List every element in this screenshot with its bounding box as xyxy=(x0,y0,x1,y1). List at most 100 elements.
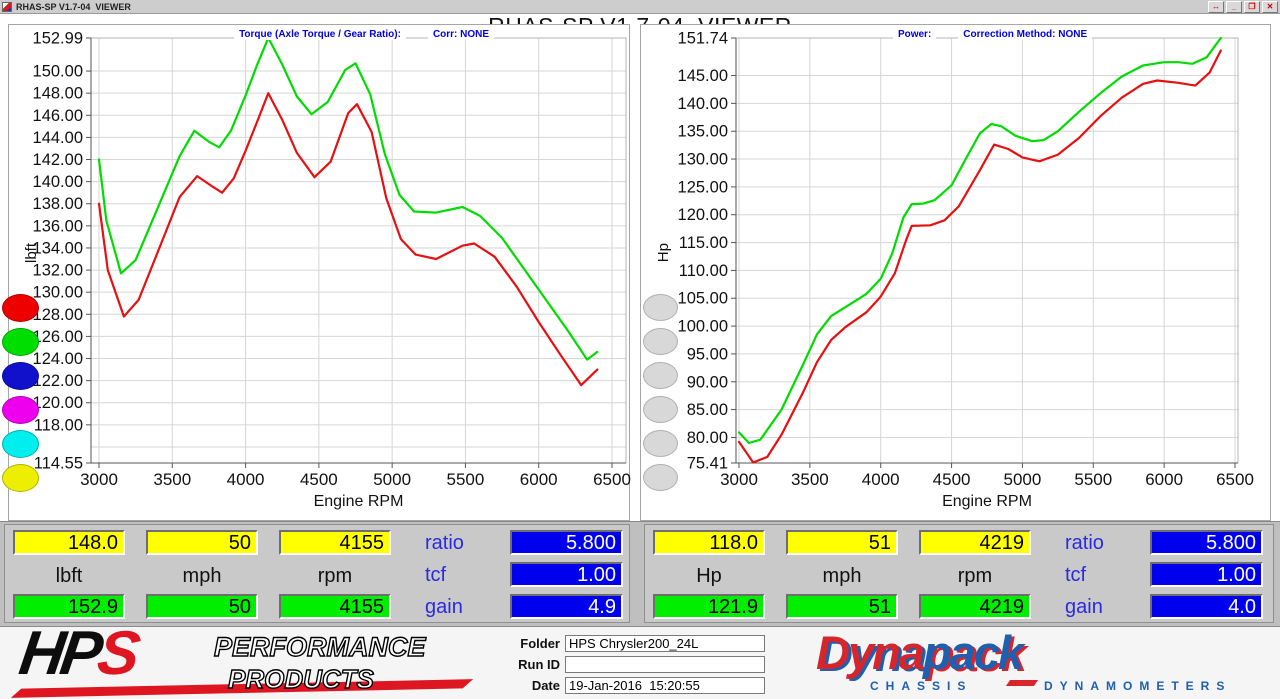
x-tick-label: 3500 xyxy=(153,470,191,489)
curve-select-button-power-5[interactable] xyxy=(643,430,678,457)
app-icon xyxy=(2,1,12,12)
dynapack-chassis-text: CHASSIS xyxy=(870,679,973,693)
y-tick-label: 145.00 xyxy=(678,67,728,85)
y-tick-label: 130.00 xyxy=(33,284,83,302)
power-peak-rpm: 4219 xyxy=(919,594,1031,619)
plot-border xyxy=(735,37,1239,464)
power-unit-label: Hp xyxy=(696,565,722,587)
y-tick-label: 122.00 xyxy=(33,372,83,390)
y-tick-label: 114.55 xyxy=(34,455,83,473)
dynapack-logo: Dynapack CHASSIS DYNAMOMETERS xyxy=(812,627,1272,699)
curve-select-button-power-2[interactable] xyxy=(643,328,678,355)
close-button[interactable]: ✕ xyxy=(1262,0,1278,13)
date-row: Date xyxy=(498,677,765,694)
power-readout-panel: 118.0 51 4219 ratio 5.800 Hp mph rpm tcf… xyxy=(644,524,1274,623)
date-field[interactable] xyxy=(565,677,765,694)
y-tick-label: 120.00 xyxy=(678,206,728,224)
x-tick-label: 6000 xyxy=(520,470,558,489)
window-titlebar: RHAS-SP V1.7-04 VIEWER ↔ _ ❐ ✕ xyxy=(0,0,1280,14)
rpm-unit-label: rpm xyxy=(957,565,993,587)
plot-border xyxy=(90,37,627,464)
x-tick-label: 6500 xyxy=(1216,470,1254,489)
power-y-axis-title: Hp xyxy=(655,243,672,263)
y-tick-label: 134.00 xyxy=(33,239,83,257)
y-tick-label: 80.00 xyxy=(687,429,728,447)
power-cursor-mph: 51 xyxy=(786,530,898,555)
torque-cursor-rpm: 4155 xyxy=(279,530,391,555)
corrected-torque-curve xyxy=(97,36,599,361)
torque-y-axis-title: lbft xyxy=(23,243,40,264)
gain-value: 4.9 xyxy=(510,594,623,619)
curve-select-button-power-4[interactable] xyxy=(643,396,678,423)
curve-select-button-power-1[interactable] xyxy=(643,294,678,321)
window-title: RHAS-SP V1.7-04 VIEWER xyxy=(16,1,131,12)
x-tick-label: 6000 xyxy=(1145,470,1183,489)
y-tick-label: 95.00 xyxy=(687,345,728,363)
torque-cursor-mph: 50 xyxy=(146,530,258,555)
power-cursor-value: 118.0 xyxy=(653,530,765,555)
curve-select-button-power-3[interactable] xyxy=(643,362,678,389)
gain-value: 4.0 xyxy=(1150,594,1263,619)
torque-peak-rpm: 4155 xyxy=(279,594,391,619)
curve-select-button-torque-6[interactable] xyxy=(2,464,39,492)
y-tick-label: 132.00 xyxy=(33,262,83,280)
x-tick-label: 6500 xyxy=(593,470,631,489)
power-caption-label: Power: xyxy=(892,29,937,40)
power-caption: Power: Correction Method: NONE xyxy=(736,18,1238,51)
torque-chart-panel: Torque (Axle Torque / Gear Ratio): Corr: … xyxy=(2,24,631,521)
torque-peak-mph: 50 xyxy=(146,594,258,619)
x-tick-label: 4500 xyxy=(300,470,338,489)
x-tick-label: 5000 xyxy=(373,470,411,489)
y-tick-label: 124.00 xyxy=(33,350,83,368)
minimize-button[interactable]: _ xyxy=(1226,0,1242,13)
curve-select-button-power-6[interactable] xyxy=(643,464,678,491)
move-window-button[interactable]: ↔ xyxy=(1208,0,1224,13)
power-peak-value: 121.9 xyxy=(653,594,765,619)
torque-peak-value: 152.9 xyxy=(13,594,125,619)
measured-power-curve xyxy=(737,49,1222,464)
x-tick-label: 5000 xyxy=(1004,470,1042,489)
dynapack-slash xyxy=(1005,680,1039,686)
readout-strip: 148.0 50 4155 ratio 5.800 lbft mph rpm t… xyxy=(0,521,1280,626)
x-tick-label: 5500 xyxy=(447,470,485,489)
tcf-value: 1.00 xyxy=(1150,562,1263,587)
y-tick-label: 120.00 xyxy=(33,394,83,412)
restore-button[interactable]: ❐ xyxy=(1244,0,1260,13)
torque-correction-label: Corr: NONE xyxy=(427,29,495,40)
power-cursor-rpm: 4219 xyxy=(919,530,1031,555)
date-label: Date xyxy=(531,678,560,693)
y-tick-label: 150.00 xyxy=(33,63,83,81)
folder-row: Folder xyxy=(498,635,765,652)
curve-select-button-torque-5[interactable] xyxy=(2,430,39,458)
y-tick-label: 130.00 xyxy=(678,151,728,169)
hps-products-text: PRODUCTS xyxy=(227,663,374,694)
tcf-label: tcf xyxy=(425,564,447,586)
y-tick-label: 118.00 xyxy=(34,416,83,434)
ratio-label: ratio xyxy=(1065,532,1104,554)
x-axis-title: Engine RPM xyxy=(314,493,404,510)
y-tick-label: 142.00 xyxy=(33,151,83,169)
y-tick-label: 148.00 xyxy=(33,85,83,103)
curve-select-button-torque-1[interactable] xyxy=(2,294,39,322)
folder-field[interactable] xyxy=(565,635,765,652)
folder-label: Folder xyxy=(520,636,560,651)
power-correction-label: Correction Method: NONE xyxy=(958,29,1093,40)
curve-select-button-torque-2[interactable] xyxy=(2,328,39,356)
torque-cursor-value: 148.0 xyxy=(13,530,125,555)
window-controls: ↔ _ ❐ ✕ xyxy=(1208,0,1280,13)
y-tick-label: 138.00 xyxy=(33,195,83,213)
mph-unit-label: mph xyxy=(822,565,862,587)
mph-unit-label: mph xyxy=(182,565,222,587)
y-tick-label: 152.99 xyxy=(33,30,83,48)
torque-plot[interactable]: 152.99 150.00 148.00 146.00 144.00 142.00 140.… xyxy=(9,25,631,520)
power-peak-mph: 51 xyxy=(786,594,898,619)
power-plot[interactable]: 151.74 145.00 140.00 135.00 130.00 125.00 120.… xyxy=(641,25,1272,520)
y-tick-label: 140.00 xyxy=(33,173,83,191)
run-id-label: Run ID xyxy=(518,657,560,672)
rpm-unit-label: rpm xyxy=(317,565,353,587)
curve-select-button-torque-3[interactable] xyxy=(2,362,39,390)
run-id-field[interactable] xyxy=(565,656,765,673)
y-tick-label: 125.00 xyxy=(678,178,728,196)
curve-select-button-torque-4[interactable] xyxy=(2,396,39,424)
y-tick-label: 100.00 xyxy=(678,318,728,336)
